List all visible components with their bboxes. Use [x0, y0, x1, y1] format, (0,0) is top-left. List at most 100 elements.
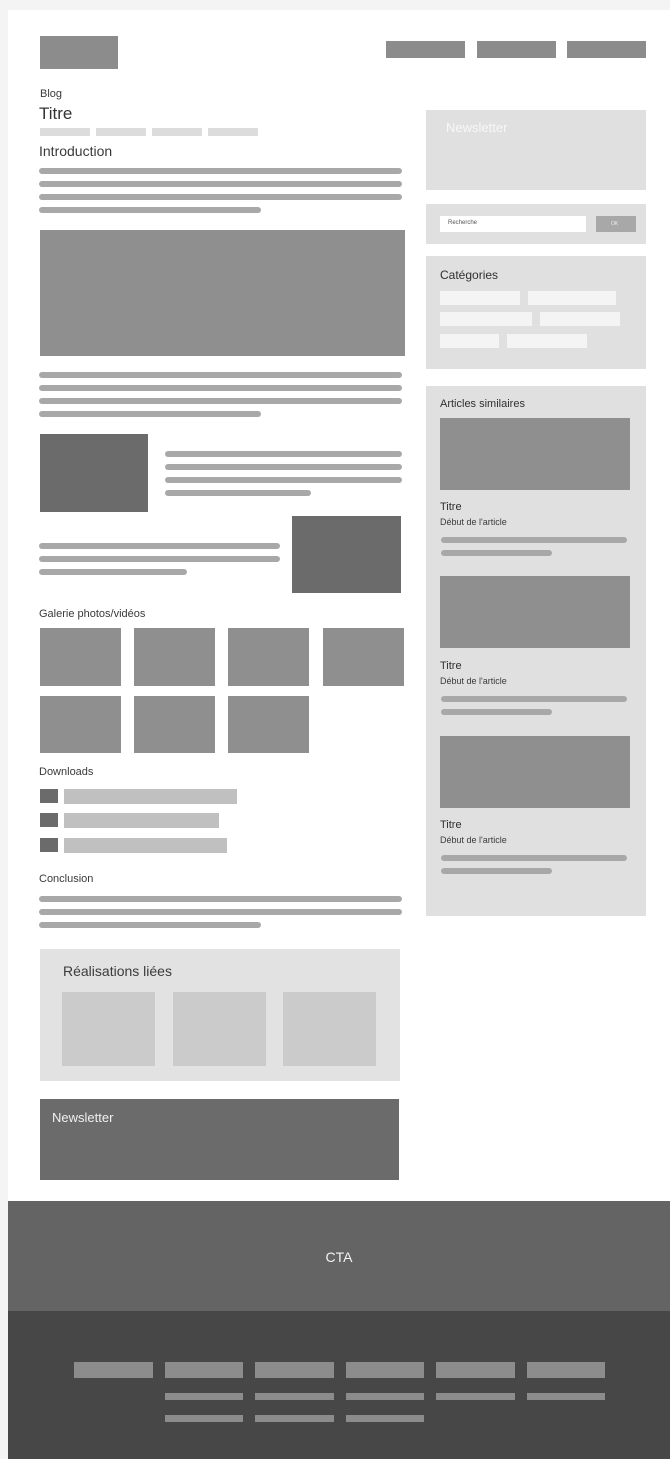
category-tag[interactable] — [507, 334, 587, 348]
sidebar-newsletter[interactable]: Newsletter — [426, 110, 646, 190]
similar-article-excerpt: Début de l'article — [440, 835, 507, 845]
footer-link[interactable] — [346, 1393, 424, 1400]
section-heading-gallery: Galerie photos/vidéos — [39, 608, 146, 620]
text-line — [39, 181, 402, 187]
search-input[interactable]: Recherche — [440, 216, 586, 232]
site-logo[interactable] — [40, 36, 118, 69]
related-project-card[interactable] — [62, 992, 155, 1066]
sidebar-newsletter-title: Newsletter — [446, 120, 508, 135]
hero-image — [40, 230, 405, 356]
gallery-thumb[interactable] — [40, 696, 121, 753]
categories-title: Catégories — [440, 268, 499, 282]
nav-item-2[interactable] — [477, 41, 556, 58]
text-line — [39, 385, 402, 391]
footer-link[interactable] — [436, 1393, 515, 1400]
meta-tag-1 — [40, 128, 90, 136]
text-line — [39, 569, 187, 575]
newsletter-block-bottom[interactable]: Newsletter — [40, 1099, 399, 1180]
download-link[interactable] — [64, 813, 219, 828]
footer-link[interactable] — [165, 1393, 243, 1400]
meta-tag-3 — [152, 128, 202, 136]
meta-tag-4 — [208, 128, 258, 136]
related-project-card[interactable] — [283, 992, 376, 1066]
similar-article-image[interactable] — [440, 418, 630, 490]
similar-article-image[interactable] — [440, 736, 630, 808]
search-ok-button[interactable]: OK — [596, 216, 636, 232]
meta-tag-2 — [96, 128, 146, 136]
download-file-icon — [40, 838, 58, 852]
nav-item-1[interactable] — [386, 41, 465, 58]
text-line — [39, 909, 402, 915]
cta-band[interactable]: CTA — [8, 1201, 670, 1311]
footer-column-heading[interactable] — [74, 1362, 153, 1378]
inline-image-left — [40, 434, 148, 512]
footer-column-heading[interactable] — [346, 1362, 424, 1378]
footer-link[interactable] — [346, 1415, 424, 1422]
category-tag[interactable] — [528, 291, 616, 305]
text-line — [441, 537, 627, 543]
sidebar-categories: Catégories — [426, 256, 646, 369]
nav-item-3[interactable] — [567, 41, 646, 58]
text-line — [441, 709, 552, 715]
download-link[interactable] — [64, 838, 227, 853]
page-title: Titre — [39, 104, 73, 123]
footer-column-heading[interactable] — [436, 1362, 515, 1378]
search-ok-label: OK — [611, 221, 619, 227]
footer-link[interactable] — [255, 1415, 334, 1422]
text-line — [39, 207, 261, 213]
inline-image-right — [292, 516, 401, 593]
sidebar-search: Recherche OK — [426, 204, 646, 244]
similar-article-title[interactable]: Titre — [440, 501, 462, 513]
page: Blog Titre Introduction Galerie photos/v… — [8, 10, 670, 1459]
text-line — [441, 855, 627, 861]
text-line — [39, 398, 402, 404]
gallery-thumb[interactable] — [228, 696, 309, 753]
similar-article-excerpt: Début de l'article — [440, 676, 507, 686]
text-line — [39, 922, 261, 928]
similar-article-excerpt: Début de l'article — [440, 517, 507, 527]
related-project-card[interactable] — [173, 992, 266, 1066]
gallery-thumb[interactable] — [323, 628, 404, 686]
text-line — [39, 556, 280, 562]
section-heading-downloads: Downloads — [39, 766, 94, 778]
similar-article-image[interactable] — [440, 576, 630, 648]
similar-article-title[interactable]: Titre — [440, 660, 462, 672]
text-line — [39, 168, 402, 174]
section-heading-conclusion: Conclusion — [39, 873, 94, 885]
download-link[interactable] — [64, 789, 237, 804]
similar-article-title[interactable]: Titre — [440, 819, 462, 831]
footer-column-heading[interactable] — [527, 1362, 605, 1378]
text-line — [441, 550, 552, 556]
footer-column-heading[interactable] — [165, 1362, 243, 1378]
text-line — [441, 696, 627, 702]
text-line — [165, 451, 402, 457]
download-file-icon — [40, 789, 58, 803]
gallery-thumb[interactable] — [134, 628, 215, 686]
text-line — [165, 464, 402, 470]
text-line — [165, 477, 402, 483]
newsletter-title: Newsletter — [52, 1110, 114, 1125]
category-tag[interactable] — [540, 312, 620, 326]
gallery-thumb[interactable] — [40, 628, 121, 686]
footer-column-heading[interactable] — [255, 1362, 334, 1378]
text-line — [39, 896, 402, 902]
category-tag[interactable] — [440, 312, 532, 326]
footer-link[interactable] — [165, 1415, 243, 1422]
cta-label: CTA — [325, 1249, 353, 1265]
section-heading-introduction: Introduction — [39, 143, 113, 159]
gallery-thumb[interactable] — [134, 696, 215, 753]
category-tag[interactable] — [440, 334, 499, 348]
related-projects-panel: Réalisations liées — [40, 949, 400, 1081]
footer-link[interactable] — [527, 1393, 605, 1400]
breadcrumb[interactable]: Blog — [40, 88, 62, 100]
footer — [8, 1311, 670, 1459]
download-file-icon — [40, 813, 58, 827]
related-projects-title: Réalisations liées — [63, 963, 172, 979]
search-input-placeholder: Recherche — [448, 220, 478, 226]
gallery-thumb[interactable] — [228, 628, 309, 686]
text-line — [39, 372, 402, 378]
footer-link[interactable] — [255, 1393, 334, 1400]
category-tag[interactable] — [440, 291, 520, 305]
text-line — [39, 411, 261, 417]
text-line — [165, 490, 311, 496]
